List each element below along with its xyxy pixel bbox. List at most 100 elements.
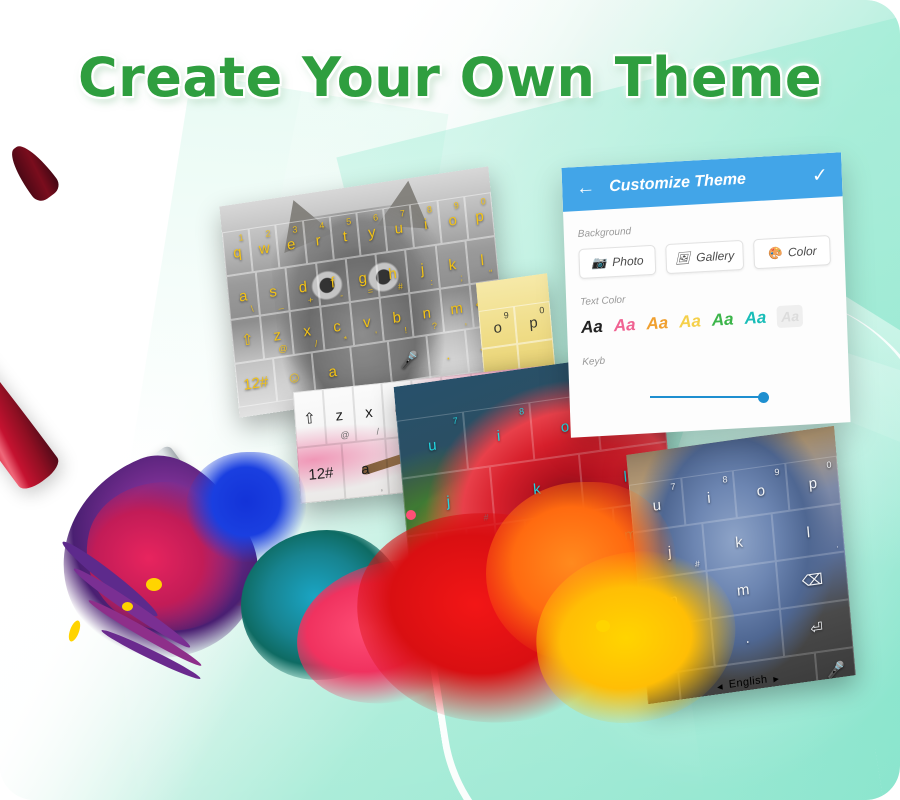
key-g[interactable]: g = [345, 253, 380, 303]
text-color-swatch-0[interactable]: Aa [581, 317, 603, 338]
key-label: ⏎ [809, 618, 824, 638]
key-o[interactable]: o9 [478, 306, 518, 349]
key-label: ⌫ [801, 570, 824, 591]
key-number: 7 [399, 208, 406, 219]
key-x[interactable]: x/ [290, 306, 325, 356]
promo-banner: Create Your Own Theme 👕 ☺ q1w2e3r4t5y6u7… [0, 0, 900, 800]
key-number: 3 [291, 224, 298, 235]
check-icon[interactable]: ✓ [812, 164, 829, 188]
key-number: 0 [480, 196, 487, 207]
key-f[interactable]: f- [315, 258, 350, 307]
key-number: 9 [503, 309, 510, 321]
key-label: r [314, 231, 322, 250]
spacebar-left-arrow: ◂ [716, 680, 724, 693]
key-label: u [393, 219, 404, 238]
key-label: h [387, 264, 398, 283]
key-label: i [706, 489, 712, 507]
key-j[interactable]: j: [405, 244, 440, 294]
key-label: f [329, 273, 336, 292]
key-p[interactable]: p0 [463, 192, 496, 241]
key-number: 4 [318, 220, 325, 231]
spacebar-right-arrow: ▸ [772, 672, 780, 686]
key-label: g [357, 268, 368, 288]
splash-droplet-2 [122, 602, 133, 611]
key-⇧[interactable]: ⇧ [292, 388, 327, 449]
key-d[interactable]: d + [285, 262, 320, 312]
key-u[interactable]: u7 [383, 204, 415, 253]
photo-button[interactable]: 📷 Photo [578, 244, 657, 280]
key-i[interactable]: i8 [410, 200, 442, 249]
text-color-swatch-5[interactable]: Aa [744, 308, 766, 329]
gallery-button[interactable]: 🖼 Gallery [665, 239, 744, 275]
key-label: p [474, 207, 485, 226]
paint-splash [31, 431, 745, 743]
key-label: c [332, 317, 342, 336]
key-label: . [445, 345, 451, 364]
key-number: 9 [774, 466, 780, 478]
key-label: j [419, 260, 425, 278]
text-color-swatch-selected[interactable]: Aa [776, 304, 804, 329]
key-label: p [807, 474, 818, 493]
key-m[interactable]: m, [439, 284, 474, 333]
key-label: k [734, 533, 744, 552]
key-symbol: # [397, 281, 404, 292]
back-arrow-icon[interactable]: ← [576, 177, 596, 200]
key-n[interactable]: n? [409, 288, 444, 338]
splash-droplet-3 [66, 619, 83, 643]
panel-title: Customize Theme [608, 170, 747, 196]
key-symbol: * [343, 333, 348, 345]
key-z[interactable]: z@ [322, 385, 356, 445]
key-l[interactable]: l" [465, 236, 500, 285]
key-symbol: / [314, 338, 318, 349]
key-symbol: ' [375, 329, 378, 340]
opacity-slider[interactable] [650, 392, 778, 403]
key-.[interactable]: . [426, 329, 470, 380]
key-p[interactable]: p0 [784, 455, 841, 511]
key-symbol: ? [431, 320, 438, 332]
splash-droplet-4 [406, 510, 416, 520]
key-label: m [449, 299, 464, 318]
key-number: 8 [426, 204, 433, 215]
key-x[interactable]: x/ [352, 382, 386, 442]
key-number: 6 [372, 212, 379, 223]
key-r[interactable]: r4 [302, 216, 334, 265]
key-label: o [560, 417, 570, 436]
key-c[interactable]: c* [319, 302, 355, 351]
key-y[interactable]: y6 [356, 208, 388, 257]
image-icon: 🖼 [674, 250, 691, 266]
color-button[interactable]: 🎨 Color [752, 234, 831, 270]
key-symbol: = [367, 285, 374, 297]
key-label: l [479, 251, 485, 269]
text-color-swatch-1[interactable]: Aa [613, 315, 635, 336]
panel-body: Background 📷 Photo 🖼 Gallery 🎨 Color Tex… [563, 196, 848, 369]
key-t[interactable]: t5 [329, 212, 361, 261]
key-p[interactable]: p0 [513, 301, 553, 344]
key-o[interactable]: o9 [437, 196, 469, 245]
key-label: o [755, 481, 766, 500]
splash-droplet-1 [146, 578, 162, 591]
key-label: k [447, 255, 457, 274]
key-symbol: , [463, 316, 468, 327]
slider-knob[interactable] [758, 392, 769, 403]
key-o[interactable]: o9 [732, 462, 789, 519]
key-number: 8 [722, 474, 728, 485]
key-number: 5 [345, 216, 352, 227]
key-v[interactable]: v' [349, 297, 384, 347]
splash-droplet-5 [596, 620, 610, 632]
key-b[interactable]: b! [379, 293, 414, 342]
slider-track [650, 396, 762, 398]
key-label: . [744, 629, 751, 647]
key-symbol: ! [404, 325, 408, 336]
key-label: ☺ [285, 367, 303, 387]
key-h[interactable]: h # [375, 249, 410, 298]
background-buttons: 📷 Photo 🖼 Gallery 🎨 Color [578, 234, 831, 280]
key-i[interactable]: i8 [680, 470, 737, 526]
text-color-swatch-2[interactable]: Aa [646, 313, 668, 334]
photo-button-label: Photo [612, 253, 644, 270]
text-color-swatch-3[interactable]: Aa [679, 311, 701, 332]
color-button-label: Color [787, 243, 817, 260]
text-color-swatch-4[interactable]: Aa [711, 310, 733, 331]
key-k[interactable]: k; [435, 240, 470, 289]
key-label: o [492, 318, 503, 337]
palette-icon: 🎨 [766, 245, 783, 261]
